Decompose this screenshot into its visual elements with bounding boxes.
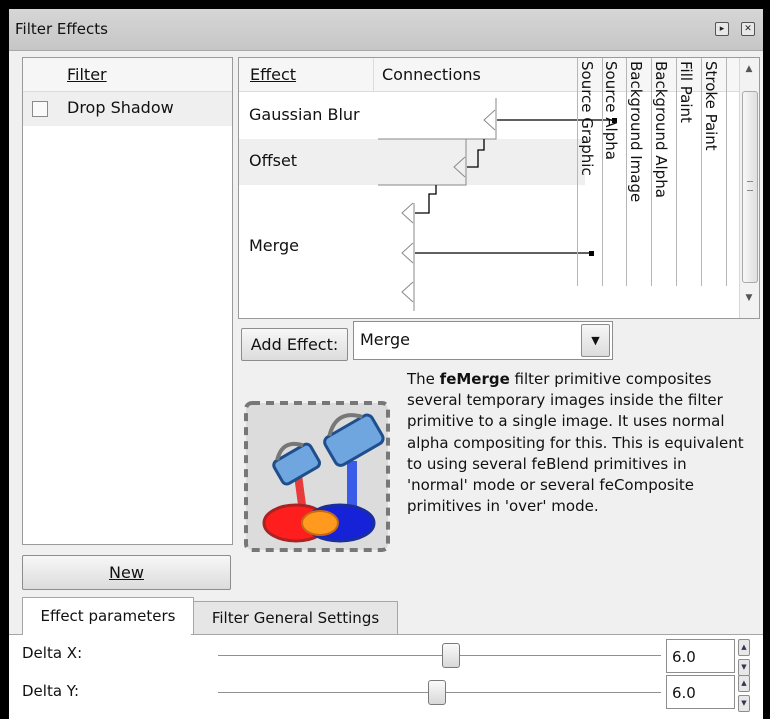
description-term: feMerge — [439, 370, 510, 388]
input-label: Fill Paint — [677, 61, 695, 123]
effects-scrollbar[interactable]: ▲ ▼ — [739, 58, 759, 318]
decrement-icon[interactable]: ▼ — [738, 659, 750, 676]
filter-header-label: Filter — [67, 65, 107, 84]
input-source-alpha[interactable]: Source Alpha — [602, 58, 627, 286]
effect-description: The feMerge filter primitive composites … — [407, 369, 747, 517]
input-background-image[interactable]: Background Image — [627, 58, 652, 286]
input-label: Source Graphic — [578, 61, 596, 176]
input-stroke-paint[interactable]: Stroke Paint — [702, 58, 727, 286]
filter-effects-window: Filter Effects ▸ ✕ Filter Drop Shadow Ne… — [9, 9, 763, 719]
input-label: Source Alpha — [602, 61, 620, 160]
title-bar: Filter Effects ▸ ✕ — [9, 9, 763, 51]
delta-y-label: Delta Y: — [22, 682, 80, 700]
increment-icon[interactable]: ▲ — [738, 639, 750, 656]
delta-y-slider-thumb[interactable] — [428, 680, 446, 705]
scroll-down-icon[interactable]: ▼ — [740, 293, 758, 303]
increment-icon[interactable]: ▲ — [738, 675, 750, 692]
input-label: Background Image — [627, 61, 645, 203]
input-background-alpha[interactable]: Background Alpha — [652, 58, 677, 286]
delta-x-input[interactable]: 6.0 — [666, 639, 735, 673]
delta-x-label: Delta X: — [22, 644, 83, 662]
effect-parameters-pane — [9, 634, 763, 719]
dock-icon[interactable]: ▸ — [715, 22, 729, 36]
delta-x-stepper[interactable]: ▲ ▼ — [738, 639, 750, 676]
filter-row[interactable]: Drop Shadow — [23, 92, 232, 126]
scroll-thumb[interactable] — [742, 91, 758, 283]
new-button-label: New — [109, 563, 144, 582]
effect-type-select[interactable]: Merge ▼ — [353, 321, 613, 360]
tab-filter-general-settings[interactable]: Filter General Settings — [193, 601, 398, 635]
filter-label: Drop Shadow — [67, 98, 174, 117]
new-filter-button[interactable]: New — [22, 555, 231, 590]
input-label: Stroke Paint — [702, 61, 720, 151]
scroll-up-icon[interactable]: ▲ — [740, 64, 758, 74]
tab-effect-parameters[interactable]: Effect parameters — [22, 597, 194, 636]
input-label: Background Alpha — [652, 61, 670, 198]
filter-column-header[interactable]: Filter — [23, 58, 232, 92]
input-fill-paint[interactable]: Fill Paint — [677, 58, 702, 286]
filter-list[interactable]: Filter Drop Shadow — [22, 57, 233, 545]
effects-panel[interactable]: Effect Connections Gaussian Blur Offset … — [238, 57, 760, 319]
delta-y-input[interactable]: 6.0 — [666, 675, 735, 709]
delta-x-slider-track[interactable] — [218, 655, 661, 656]
close-icon[interactable]: ✕ — [741, 22, 755, 36]
delta-x-slider-thumb[interactable] — [442, 643, 460, 668]
description-prefix: The — [407, 370, 440, 388]
femerge-illustration — [244, 401, 390, 552]
window-title: Filter Effects — [15, 20, 108, 38]
delta-y-stepper[interactable]: ▲ ▼ — [738, 675, 750, 712]
description-text: filter primitive composites several temp… — [407, 370, 744, 516]
chevron-down-icon[interactable]: ▼ — [581, 324, 610, 357]
input-source-graphic[interactable]: Source Graphic — [577, 58, 603, 286]
decrement-icon[interactable]: ▼ — [738, 695, 750, 712]
filter-checkbox[interactable] — [32, 101, 48, 117]
add-effect-button[interactable]: Add Effect: — [241, 328, 348, 361]
selected-effect: Merge — [360, 330, 410, 349]
